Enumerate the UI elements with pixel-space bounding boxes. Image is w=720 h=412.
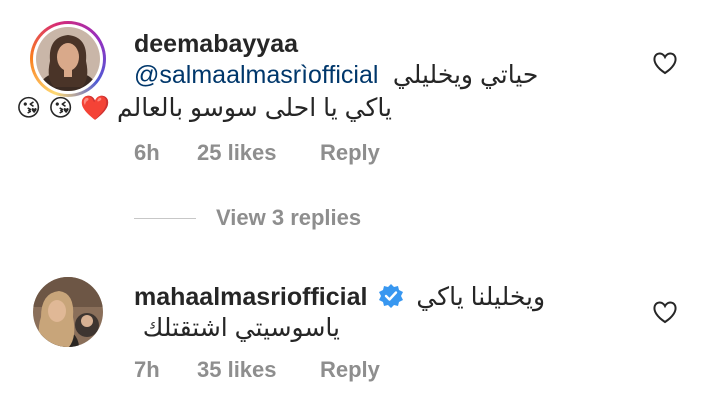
comment-text: ويخليلنا ياكي	[416, 283, 546, 311]
comment-time: 7h	[134, 357, 160, 382]
comment-header: mahaalmasriofficial ويخليلنا ياكي	[134, 282, 545, 312]
view-replies-label: View 3 replies	[216, 205, 362, 230]
heart-emoji: ❤️	[80, 95, 110, 122]
comment-text-2: ياسوسيتي اشتقتلك	[142, 314, 340, 342]
kiss-emoji: 😘	[48, 95, 74, 122]
divider-line	[134, 217, 196, 219]
mention-link[interactable]: @salmaalmasrìofficial	[134, 61, 378, 89]
comment-line-1: @salmaalmasrìofficial حياتي ويخليلي	[134, 60, 538, 90]
username[interactable]: mahaalmasriofficial	[134, 283, 367, 311]
comment-line-2: ياكي يا احلى سوسو بالعالم ❤️ 😘 😘	[16, 93, 392, 123]
reply-button[interactable]: Reply	[320, 357, 380, 383]
avatar-photo	[36, 27, 100, 91]
like-heart-icon[interactable]	[652, 51, 678, 75]
view-replies-button[interactable]: View 3 replies	[134, 205, 361, 231]
story-ring	[30, 21, 106, 97]
comment-text: حياتي ويخليلي	[392, 61, 539, 89]
username[interactable]: deemabayyaa	[134, 30, 298, 59]
comment-text-2: ياكي يا احلى سوسو بالعالم	[116, 94, 392, 122]
comment-time: 6h	[134, 140, 160, 165]
like-heart-icon[interactable]	[652, 300, 678, 324]
likes-count[interactable]: 25 likes	[197, 140, 277, 166]
avatar-photo	[33, 277, 103, 347]
avatar[interactable]	[30, 21, 106, 97]
likes-count[interactable]: 35 likes	[197, 357, 277, 383]
kiss-emoji: 😘	[16, 95, 42, 122]
verified-badge-icon	[378, 283, 404, 309]
avatar[interactable]	[33, 277, 103, 347]
reply-button[interactable]: Reply	[320, 140, 380, 166]
